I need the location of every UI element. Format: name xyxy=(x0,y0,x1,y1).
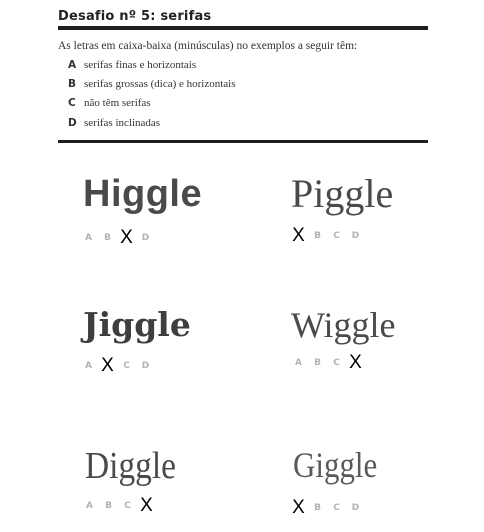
answer-row-wiggle: A B CX xyxy=(289,352,365,373)
answer-option: A xyxy=(85,361,92,371)
answer-mark: X xyxy=(101,355,114,376)
answer-row-diggle: A B CX xyxy=(80,495,156,516)
option-d: Dserifas inclinadas xyxy=(68,117,160,129)
option-a: Aserifas finas e horizontais xyxy=(68,59,196,71)
answer-option: D xyxy=(141,233,150,243)
answer-row-giggle: XB C D xyxy=(289,497,365,518)
answer-row-higgle: A BXD xyxy=(79,227,155,248)
answer-option: A xyxy=(295,358,302,368)
answer-option: C xyxy=(333,503,340,513)
answer-option: C xyxy=(124,501,131,511)
option-c: Cnão têm serifas xyxy=(68,97,151,109)
example-word-jiggle: Jiggle xyxy=(83,305,191,344)
answer-mark: X xyxy=(349,352,362,373)
option-text: serifas inclinadas xyxy=(84,117,161,129)
answer-option: D xyxy=(351,503,360,513)
option-letter: B xyxy=(68,78,77,90)
answer-option: B xyxy=(314,231,321,241)
answer-option: C xyxy=(333,358,340,368)
answer-option: C xyxy=(333,231,340,241)
top-rule xyxy=(58,26,428,30)
answer-option: B xyxy=(314,358,321,368)
answer-option: A xyxy=(86,501,93,511)
answer-option: D xyxy=(351,231,360,241)
option-letter: D xyxy=(68,117,77,129)
answer-option: D xyxy=(141,361,150,371)
option-text: serifas grossas (dica) e horizontais xyxy=(84,78,236,90)
answer-mark: X xyxy=(140,495,153,516)
example-word-wiggle: Wiggle xyxy=(291,305,396,345)
example-word-piggle: Piggle xyxy=(291,171,394,216)
answer-mark: X xyxy=(292,497,305,518)
option-text: serifas finas e horizontais xyxy=(84,59,197,71)
option-letter: C xyxy=(68,97,76,109)
answer-mark: X xyxy=(292,225,305,246)
option-letter: A xyxy=(68,59,77,71)
bottom-rule xyxy=(58,140,428,143)
answer-row-piggle: XB C D xyxy=(289,225,365,246)
example-word-diggle: Diggle xyxy=(85,445,177,487)
answer-option: B xyxy=(104,233,111,243)
answer-option: B xyxy=(105,501,112,511)
page-title: Desafio nº 5: serifas xyxy=(58,9,212,24)
intro-text: As letras em caixa-baixa (minúsculas) no… xyxy=(58,40,358,52)
answer-row-jiggle: AXC D xyxy=(79,355,155,376)
answer-option: C xyxy=(123,361,130,371)
example-word-higgle: Higgle xyxy=(83,173,203,215)
answer-option: B xyxy=(314,503,321,513)
example-word-giggle: Giggle xyxy=(293,445,378,485)
option-text: não têm serifas xyxy=(84,97,151,109)
answer-option: A xyxy=(85,233,92,243)
answer-mark: X xyxy=(120,227,133,248)
option-b: Bserifas grossas (dica) e horizontais xyxy=(68,78,236,90)
